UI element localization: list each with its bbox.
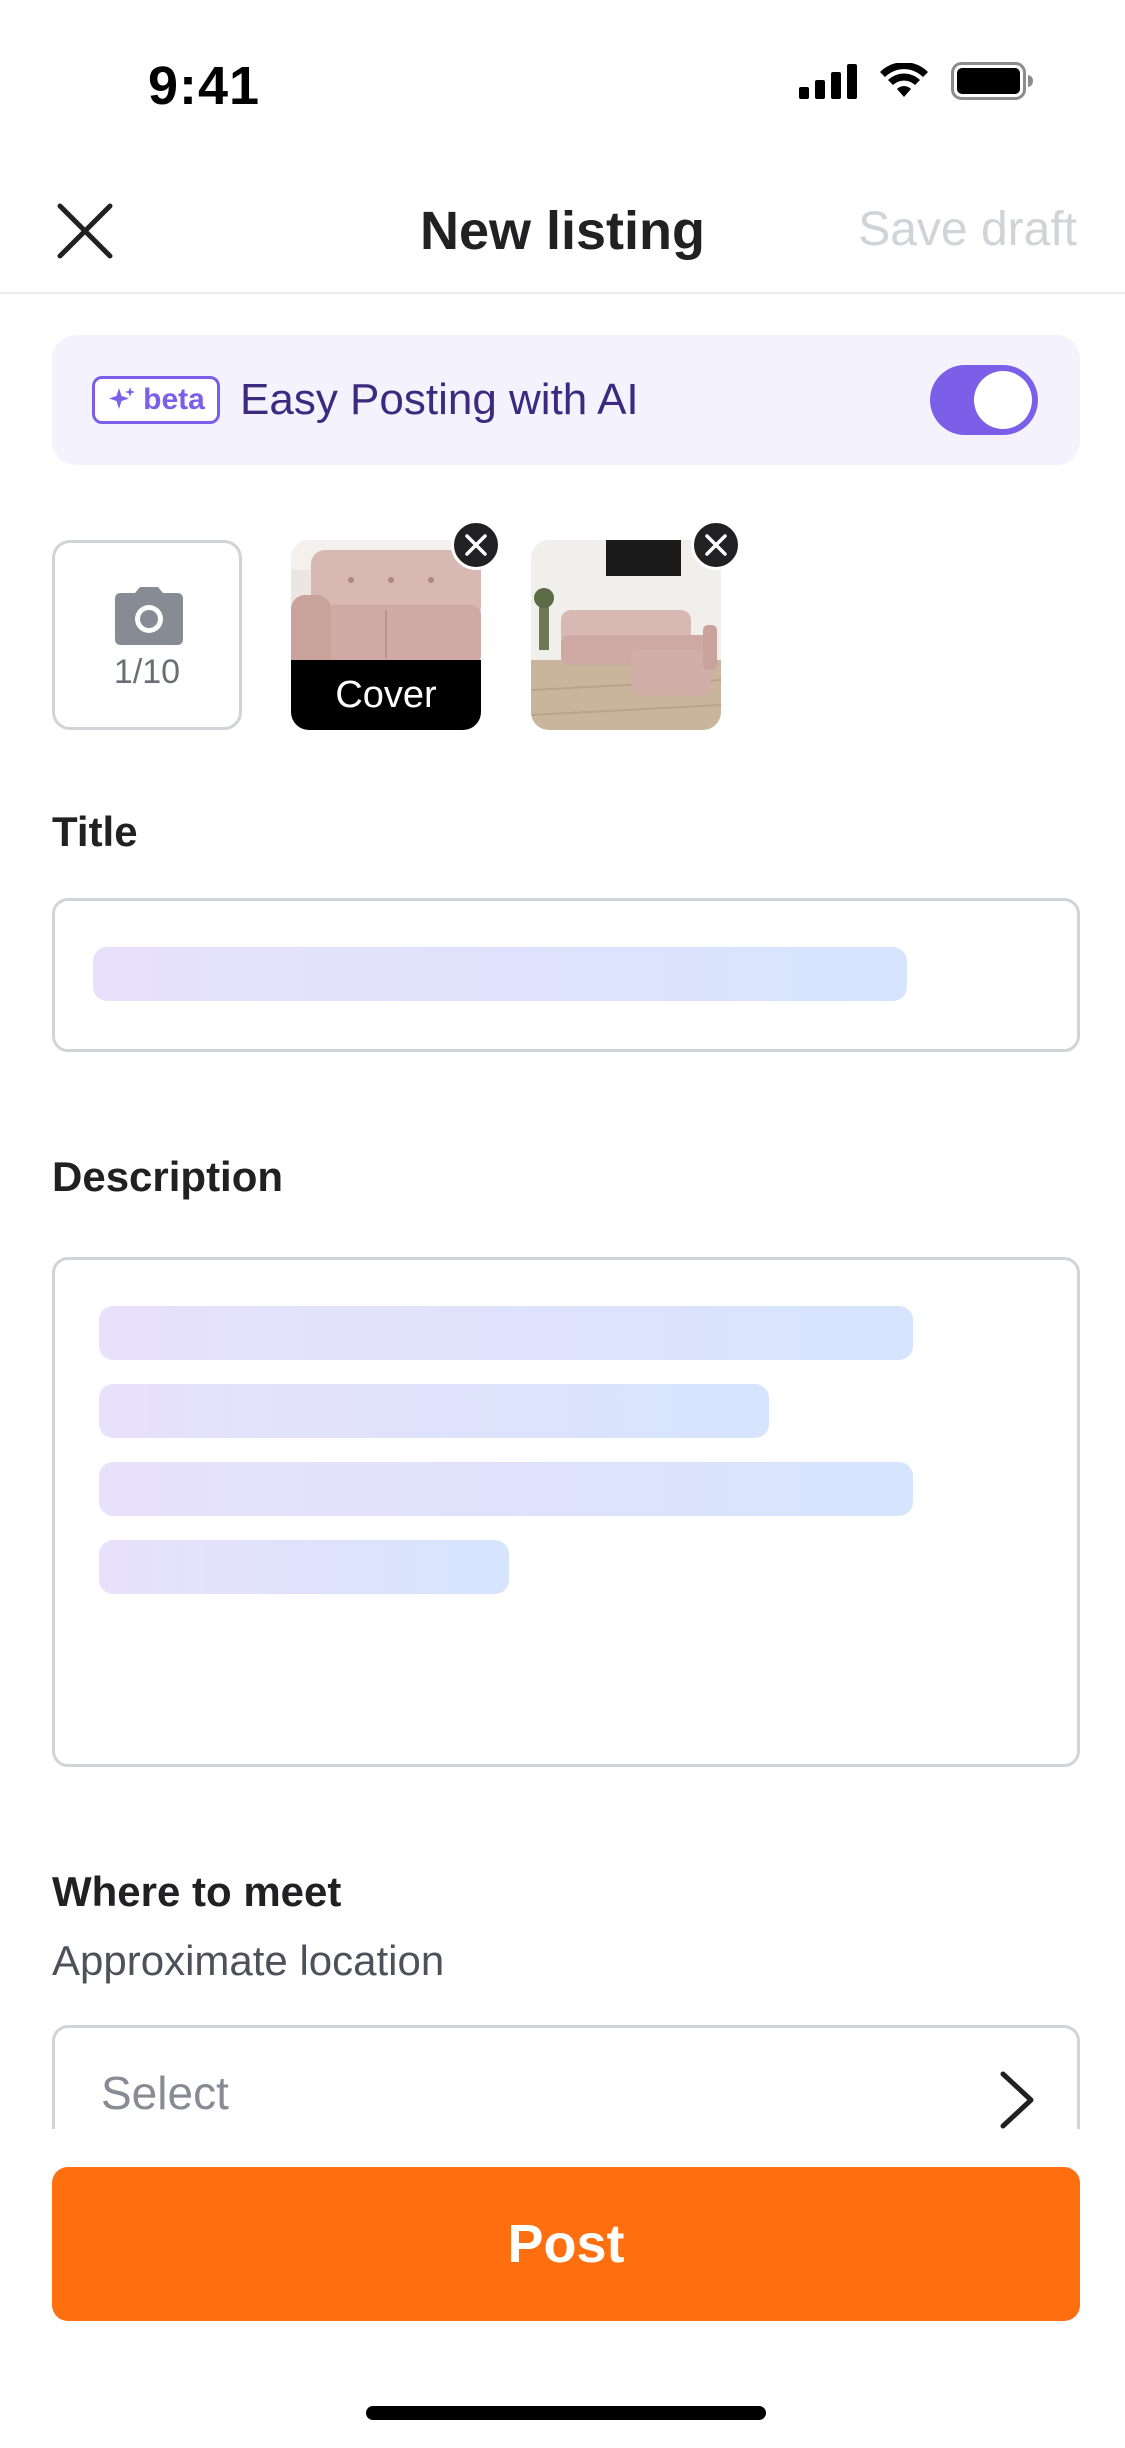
loading-skeleton — [99, 1306, 913, 1360]
title-label: Title — [52, 808, 138, 855]
status-icons — [799, 62, 1035, 100]
loading-skeleton — [99, 1462, 913, 1516]
close-icon — [465, 534, 487, 556]
status-bar: 9:41 — [0, 0, 1125, 150]
loading-skeleton — [99, 1540, 509, 1594]
living-room-photo — [531, 540, 721, 730]
description-label: Description — [52, 1153, 284, 1200]
remove-photo-button[interactable] — [451, 520, 501, 570]
save-draft-button[interactable]: Save draft — [858, 202, 1077, 257]
post-button[interactable]: Post — [52, 2167, 1080, 2321]
loading-skeleton — [93, 947, 907, 1001]
cover-label: Cover — [291, 660, 481, 730]
cellular-signal-icon — [799, 63, 857, 99]
ai-posting-banner: beta Easy Posting with AI — [52, 335, 1080, 465]
remove-photo-button[interactable] — [691, 520, 741, 570]
beta-badge: beta — [92, 376, 220, 424]
ai-posting-toggle[interactable] — [930, 365, 1038, 435]
location-sublabel: Approximate location — [52, 1937, 445, 1984]
location-label: Where to meet — [52, 1868, 342, 1915]
camera-icon — [115, 587, 183, 645]
photo-thumbnail[interactable] — [531, 540, 721, 730]
chevron-right-icon — [1000, 2071, 1034, 2129]
photo-count: 1/10 — [113, 653, 181, 691]
photo-thumbnail-cover[interactable]: Cover — [291, 540, 481, 730]
status-time: 9:41 — [148, 56, 261, 116]
close-icon — [705, 534, 727, 556]
ai-posting-label: Easy Posting with AI — [240, 375, 639, 424]
home-indicator — [366, 2406, 766, 2420]
location-placeholder: Select — [101, 2067, 229, 2119]
wifi-icon — [880, 63, 928, 97]
beta-badge-label: beta — [143, 383, 205, 416]
add-photo-button[interactable]: 1/10 — [52, 540, 242, 730]
title-input[interactable] — [52, 898, 1080, 1052]
toggle-knob — [974, 371, 1032, 429]
description-input[interactable] — [52, 1257, 1080, 1767]
location-select[interactable]: Select — [52, 2025, 1080, 2129]
loading-skeleton — [99, 1384, 769, 1438]
battery-icon — [951, 62, 1033, 100]
sparkle-icon — [109, 387, 136, 409]
nav-bar: New listing Save draft — [0, 170, 1125, 294]
